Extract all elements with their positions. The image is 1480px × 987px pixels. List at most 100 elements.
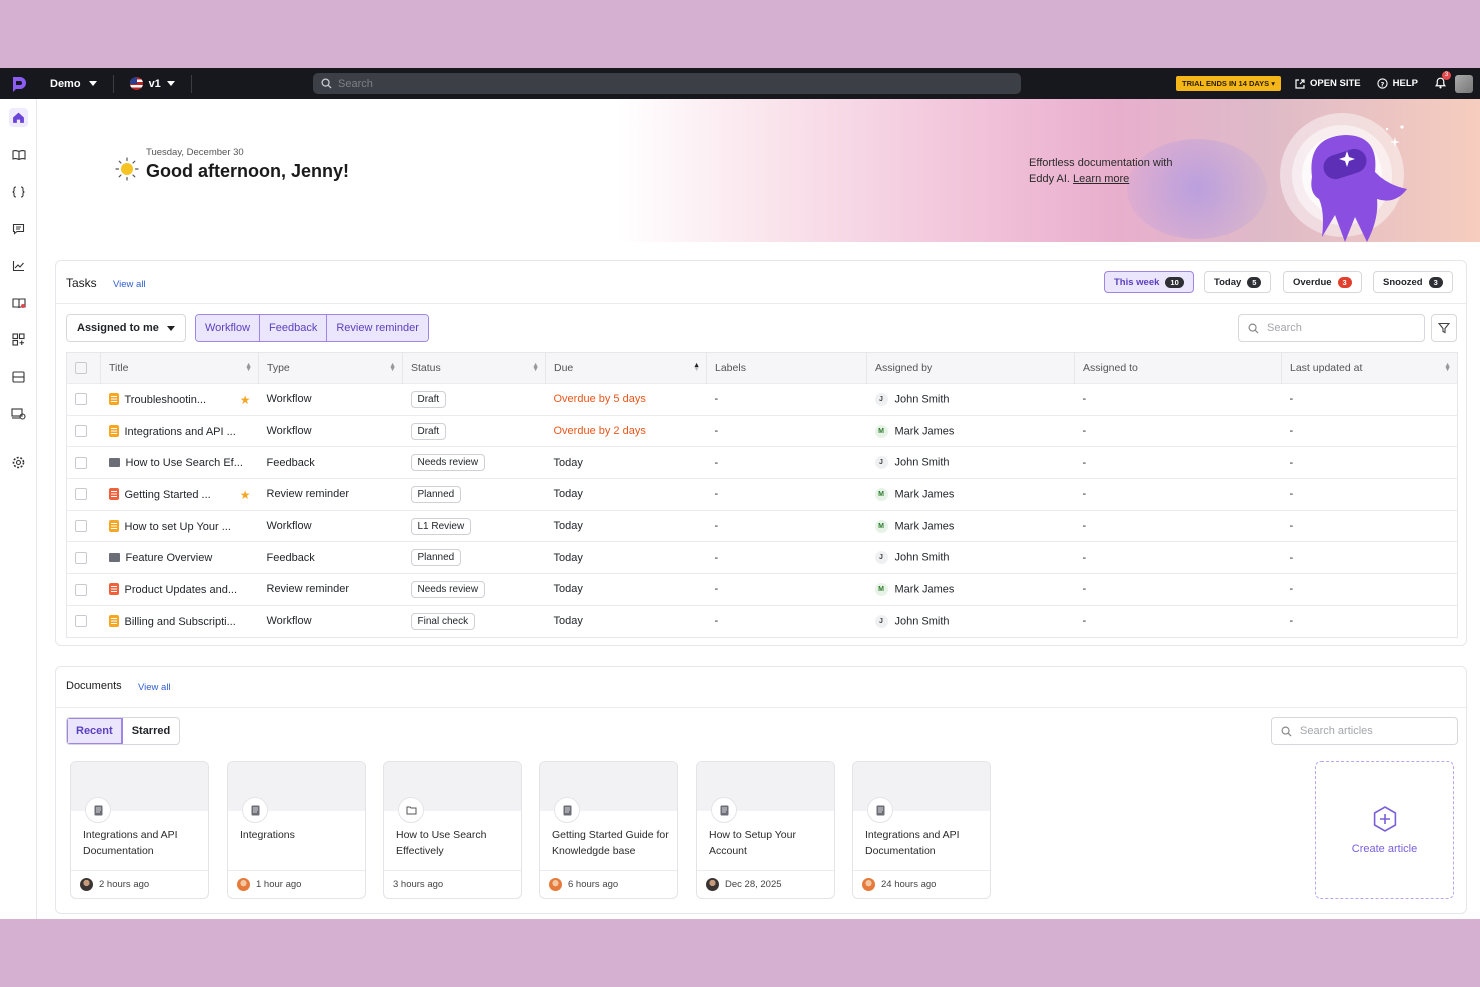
workflow-doc-icon	[108, 392, 119, 405]
global-search-input[interactable]: Search	[313, 73, 1021, 94]
title-cell[interactable]: Product Updates and...	[100, 573, 259, 606]
table-row[interactable]: Product Updates and... Review reminder Nee…	[66, 573, 1458, 606]
select-all-checkbox[interactable]	[75, 362, 87, 375]
task-title: Feature Overview	[125, 551, 213, 564]
due-cell: Today	[545, 604, 707, 637]
filter-snoozed[interactable]: Snoozed 3	[1373, 271, 1453, 293]
article-icon	[867, 797, 893, 823]
table-row[interactable]: Getting Started ... ★ Review reminder Plann…	[66, 478, 1458, 511]
title-cell[interactable]: How to set Up Your ...	[100, 509, 259, 542]
layout-icon[interactable]	[9, 367, 28, 386]
document-title: Integrations and API Documentation	[865, 829, 960, 857]
col-title[interactable]: Title ▲ ▼	[100, 352, 259, 384]
document-card[interactable]: How to Use Search Effectively 3 hours ago	[383, 761, 522, 899]
code-icon[interactable]	[9, 182, 28, 201]
document-card[interactable]: Integrations and API Documentation 24 hou…	[852, 761, 991, 899]
sidebar	[0, 99, 37, 919]
tasks-search-input[interactable]: Search	[1238, 314, 1425, 342]
author-avatar	[80, 878, 93, 891]
open-site-link[interactable]: OPEN SITE	[1295, 78, 1361, 89]
filter-today[interactable]: Today 5	[1204, 271, 1272, 293]
tab-recent[interactable]: Recent	[67, 718, 123, 744]
sort-icon: ▲ ▼	[389, 362, 396, 373]
title-cell[interactable]: Getting Started ... ★	[100, 478, 259, 511]
documents-view-all-link[interactable]: View all	[138, 682, 171, 693]
row-checkbox[interactable]	[75, 615, 87, 628]
open-book-icon[interactable]	[9, 293, 28, 312]
table-row[interactable]: Feature Overview Feedback Planned Today - J Jo…	[66, 541, 1458, 574]
col-type[interactable]: Type ▲ ▼	[258, 352, 403, 384]
project-selector[interactable]: Demo	[37, 74, 114, 93]
col-due-label: Due	[554, 362, 574, 374]
star-icon[interactable]: ★	[240, 393, 251, 407]
notification-count: 3	[1442, 70, 1451, 80]
devices-icon[interactable]	[9, 404, 28, 423]
articles-search-input[interactable]: Search articles	[1271, 717, 1458, 745]
col-last-updated[interactable]: Last updated at ▲ ▼	[1281, 352, 1458, 384]
tasks-view-all-link[interactable]: View all	[113, 279, 146, 290]
col-due[interactable]: Due ▲ ▼	[545, 352, 707, 384]
task-title: How to set Up Your ...	[124, 520, 231, 533]
row-checkbox[interactable]	[75, 488, 87, 501]
title-cell[interactable]: Feature Overview	[100, 541, 259, 574]
home-icon[interactable]	[9, 108, 28, 127]
segment-feedback[interactable]: Feedback	[260, 315, 328, 341]
assigned-by-name: John Smith	[894, 456, 950, 469]
title-cell[interactable]: Integrations and API ...	[100, 414, 259, 447]
document-card[interactable]: Integrations and API Documentation 2 hour…	[70, 761, 209, 899]
row-checkbox[interactable]	[75, 393, 87, 406]
logo-icon[interactable]	[0, 68, 37, 99]
document-meta: 2 hours ago	[71, 870, 208, 898]
filter-button[interactable]	[1431, 314, 1457, 342]
learn-more-link[interactable]: Learn more	[1073, 173, 1129, 185]
sort-icon: ▲ ▼	[532, 362, 539, 373]
row-select-cell	[66, 509, 101, 542]
table-row[interactable]: How to set Up Your ... Workflow L1 Review T…	[66, 509, 1458, 542]
title-cell[interactable]: How to Use Search Ef...	[100, 446, 259, 479]
help-link[interactable]: ? HELP	[1377, 78, 1418, 89]
top-bar: Demo v1 Search TRIAL ENDS IN 14 DAYS ▾ O…	[0, 68, 1480, 99]
create-article-card[interactable]: Create article	[1315, 761, 1454, 899]
user-initial-avatar: J	[874, 551, 888, 565]
assigned-to-dropdown[interactable]: Assigned to me	[66, 314, 186, 342]
user-initial-avatar: M	[874, 424, 888, 438]
trial-badge[interactable]: TRIAL ENDS IN 14 DAYS ▾	[1176, 76, 1281, 91]
table-row[interactable]: Troubleshootin... ★ Workflow Draft Overdue b…	[66, 383, 1458, 416]
user-avatar[interactable]	[1455, 74, 1473, 93]
settings-icon[interactable]	[9, 453, 28, 472]
document-title: How to Use Search Effectively	[396, 829, 487, 857]
title-cell[interactable]: Troubleshootin... ★	[100, 383, 259, 416]
star-icon[interactable]: ★	[240, 488, 251, 502]
plus-hexagon-icon	[1373, 806, 1396, 832]
segment-review-reminder[interactable]: Review reminder	[327, 315, 428, 341]
table-row[interactable]: Integrations and API ... Workflow Draft Ove…	[66, 414, 1458, 447]
document-card[interactable]: Integrations 1 hour ago	[227, 761, 366, 899]
chat-icon[interactable]	[9, 219, 28, 238]
book-icon[interactable]	[9, 145, 28, 164]
tab-starred[interactable]: Starred	[123, 718, 180, 744]
table-row[interactable]: How to Use Search Ef... Feedback Needs rev…	[66, 446, 1458, 479]
version-selector[interactable]: v1	[114, 74, 192, 93]
row-checkbox[interactable]	[75, 583, 87, 596]
analytics-icon[interactable]	[9, 256, 28, 275]
article-icon	[242, 797, 268, 823]
filter-overdue[interactable]: Overdue 3	[1283, 271, 1362, 293]
notifications-button[interactable]: 3	[1434, 70, 1451, 92]
document-time: 2 hours ago	[99, 879, 150, 890]
filter-this-week[interactable]: This week 10	[1104, 271, 1194, 293]
author-avatar	[549, 878, 562, 891]
col-status[interactable]: Status ▲ ▼	[402, 352, 546, 384]
document-card[interactable]: Getting Started Guide for Knowledgde bas…	[539, 761, 678, 899]
row-checkbox[interactable]	[75, 520, 87, 533]
type-cell: Workflow	[258, 509, 403, 542]
segment-workflow[interactable]: Workflow	[196, 315, 261, 341]
title-cell[interactable]: Billing and Subscripti...	[100, 604, 259, 637]
user-initial-avatar: J	[874, 392, 888, 406]
document-meta: 3 hours ago	[384, 870, 521, 898]
row-checkbox[interactable]	[75, 551, 87, 564]
row-checkbox[interactable]	[75, 425, 87, 438]
document-card[interactable]: How to Setup Your Account Dec 28, 2025	[696, 761, 835, 899]
table-row[interactable]: Billing and Subscripti... Workflow Final c…	[66, 604, 1458, 637]
widgets-icon[interactable]	[9, 330, 28, 349]
row-checkbox[interactable]	[75, 456, 87, 469]
